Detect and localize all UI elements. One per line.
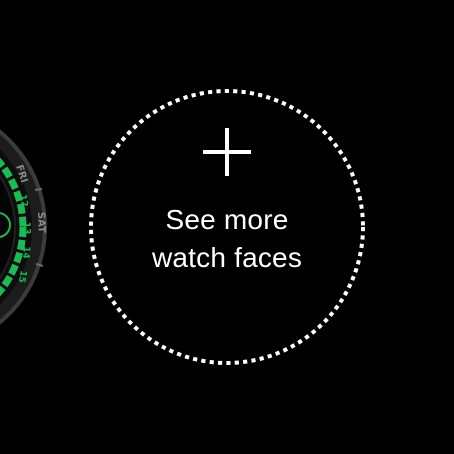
day-label-sat: SAT [35, 212, 47, 234]
see-more-watch-faces-button[interactable]: See more watch faces [88, 88, 366, 366]
see-more-label: See more watch faces [88, 201, 366, 277]
watch-face-picker-screen: FRI SAT 12 13 14 15 See more watch faces [0, 0, 454, 454]
ring-number: 13 [21, 222, 31, 235]
ring-number: 14 [20, 246, 31, 259]
label-line-1: See more [165, 204, 289, 235]
label-line-2: watch faces [151, 242, 303, 273]
plus-icon [203, 128, 251, 176]
